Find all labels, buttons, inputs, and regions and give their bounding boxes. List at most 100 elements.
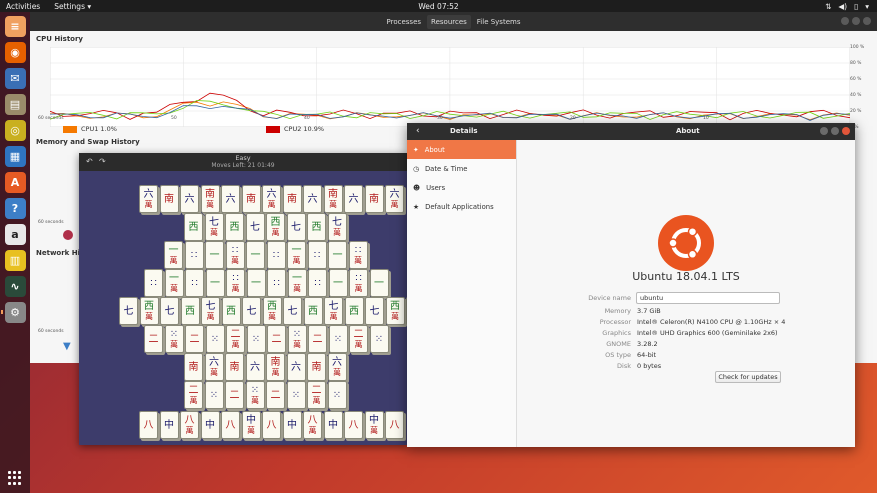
mahjong-tile[interactable]: ∷ <box>184 241 204 269</box>
mahjong-tile[interactable]: 八 <box>262 411 281 439</box>
mahjong-tile[interactable]: ⁙ <box>328 325 348 353</box>
device-name-field[interactable] <box>636 292 780 304</box>
mahjong-tile[interactable]: 一萬 <box>287 241 306 269</box>
mahjong-tile[interactable]: 西萬 <box>262 297 282 325</box>
check-for-updates-button[interactable]: Check for updates <box>715 371 781 383</box>
tab-processes[interactable]: Processes <box>383 15 426 29</box>
mahjong-tile[interactable]: 八 <box>385 411 404 439</box>
minimize-button[interactable] <box>841 17 849 25</box>
sidebar-item-default-applications[interactable]: ★ Default Applications <box>407 197 516 216</box>
mahjong-tile[interactable]: 一 <box>328 269 348 297</box>
mahjong-tile[interactable]: 一萬 <box>287 269 307 297</box>
mahjong-tile[interactable]: 七萬 <box>204 213 224 241</box>
close-button[interactable] <box>863 17 871 25</box>
mahjong-tile[interactable]: 七萬 <box>201 297 220 325</box>
cpu2-swatch[interactable] <box>266 125 280 133</box>
mahjong-tile[interactable]: 南萬 <box>266 353 285 381</box>
mahjong-tile[interactable]: 西 <box>221 297 241 325</box>
mahjong-tile[interactable]: 七萬 <box>327 213 347 241</box>
tab-resources[interactable]: Resources <box>427 14 471 29</box>
mahjong-tile[interactable]: 一 <box>246 241 265 269</box>
mahjong-tile[interactable]: ⁙ 萬 <box>287 325 307 353</box>
mahjong-tile[interactable]: 六 <box>180 185 199 213</box>
mahjong-tile[interactable]: 一 <box>246 269 266 297</box>
mahjong-tile[interactable]: 七 <box>119 297 138 325</box>
mahjong-tile[interactable]: 六萬 <box>204 353 224 381</box>
mahjong-tile[interactable]: 中 <box>200 411 220 439</box>
mahjong-tile[interactable]: 二 <box>225 381 244 409</box>
mahjong-tile[interactable]: 八萬 <box>180 411 199 439</box>
show-applications-icon[interactable] <box>8 471 22 485</box>
mahjong-tile[interactable]: ⁙ <box>327 381 347 409</box>
mahjong-tile[interactable]: 六 <box>286 353 306 381</box>
redo-button[interactable]: ↷ <box>99 157 106 166</box>
activities-button[interactable]: Activities <box>6 2 40 11</box>
battery-icon[interactable]: ▯ <box>854 2 858 11</box>
minimize-button[interactable] <box>820 127 828 135</box>
mahjong-tile[interactable]: 二 <box>185 325 204 353</box>
mahjong-tile[interactable]: ⁙ 萬 <box>164 325 184 353</box>
mahjong-tile[interactable]: 一 <box>328 241 347 269</box>
mahjong-tile[interactable]: 二萬 <box>184 381 203 409</box>
network-icon[interactable]: ⇅ <box>825 2 831 11</box>
mahjong-tile[interactable]: 一 <box>369 269 389 297</box>
cpu1-swatch[interactable] <box>63 125 77 133</box>
mahjong-tile[interactable]: 六萬 <box>385 185 404 213</box>
undo-button[interactable]: ↶ <box>86 157 93 166</box>
mahjong-tile[interactable]: ⁙ <box>369 325 389 353</box>
mahjong-tile[interactable]: 南 <box>241 185 261 213</box>
mahjong-tile[interactable]: 二萬 <box>307 381 326 409</box>
mahjong-tile[interactable]: 中萬 <box>364 411 384 439</box>
sidebar-item-date-time[interactable]: ◷ Date & Time <box>407 159 516 178</box>
mahjong-tile[interactable]: 七 <box>160 297 179 325</box>
volume-icon[interactable]: ◀) <box>838 2 847 11</box>
mahjong-tile[interactable]: ∷ 萬 <box>348 241 368 269</box>
mahjong-tile[interactable]: 六 <box>221 185 240 213</box>
mahjong-tile[interactable]: ∷ <box>144 269 163 297</box>
mahjong-tile[interactable]: ∷ <box>266 241 286 269</box>
mahjong-tile[interactable]: 二萬 <box>349 325 368 353</box>
maximize-button[interactable] <box>852 17 860 25</box>
libreoffice-writer-icon[interactable]: ▦ <box>4 146 26 167</box>
mahjong-tile[interactable]: 中 <box>323 411 343 439</box>
mahjong-tile[interactable]: 南 <box>282 185 302 213</box>
mahjong-tile[interactable]: 六 <box>303 185 322 213</box>
mahjong-tile[interactable]: ∷ <box>308 269 327 297</box>
archive-icon[interactable]: ▥ <box>4 250 26 271</box>
mahjong-tile[interactable]: 一萬 <box>164 269 184 297</box>
mahjong-tile[interactable]: 西 <box>184 213 203 241</box>
mahjong-tile[interactable]: 西萬 <box>266 213 285 241</box>
mahjong-tile[interactable]: 西 <box>344 297 364 325</box>
close-button[interactable] <box>842 127 850 135</box>
mahjong-tile[interactable]: 八 <box>344 411 363 439</box>
sidebar-item-about[interactable]: ✦ About <box>407 140 516 159</box>
ubuntu-software-center-icon[interactable]: A <box>4 172 26 193</box>
mahjong-tile[interactable]: 西 <box>180 297 200 325</box>
thunderbird-icon[interactable]: ✉ <box>4 68 26 89</box>
mahjong-tile[interactable]: 六 <box>245 353 265 381</box>
mahjong-tile[interactable]: 南 <box>225 353 244 381</box>
mahjong-tile[interactable]: 七萬 <box>324 297 343 325</box>
mahjong-tile[interactable]: 八 <box>221 411 240 439</box>
mahjong-tile[interactable]: 西 <box>307 213 326 241</box>
mahjong-tile[interactable]: 二 <box>267 325 286 353</box>
mahjong-tile[interactable]: 六 <box>344 185 363 213</box>
mahjong-tile[interactable]: ∷ 萬 <box>226 269 245 297</box>
mahjong-tile[interactable]: 一萬 <box>164 241 183 269</box>
settings-icon[interactable]: ⚙ <box>0 302 26 323</box>
mahjong-tile[interactable]: ⁙ <box>204 381 224 409</box>
system-monitor-icon[interactable]: ∿ <box>4 276 26 297</box>
mahjong-tile[interactable]: ⁙ 萬 <box>245 381 265 409</box>
mahjong-tile[interactable]: 六萬 <box>327 353 347 381</box>
mahjong-tile[interactable]: 南萬 <box>200 185 220 213</box>
mahjong-tile[interactable]: 六萬 <box>262 185 281 213</box>
mahjong-tile[interactable]: 西 <box>303 297 323 325</box>
mahjong-tile[interactable]: 七 <box>242 297 261 325</box>
mahjong-tile[interactable]: 南 <box>184 353 203 381</box>
mahjong-tile[interactable]: 一 <box>205 241 224 269</box>
system-tray[interactable]: ⇅ ◀) ▯ ▾ <box>825 2 869 11</box>
mahjong-tile[interactable]: 八 <box>139 411 158 439</box>
tab-file-systems[interactable]: File Systems <box>473 15 525 29</box>
power-menu-icon[interactable]: ▾ <box>865 2 869 11</box>
mahjong-tile[interactable]: ∷ 萬 <box>225 241 245 269</box>
